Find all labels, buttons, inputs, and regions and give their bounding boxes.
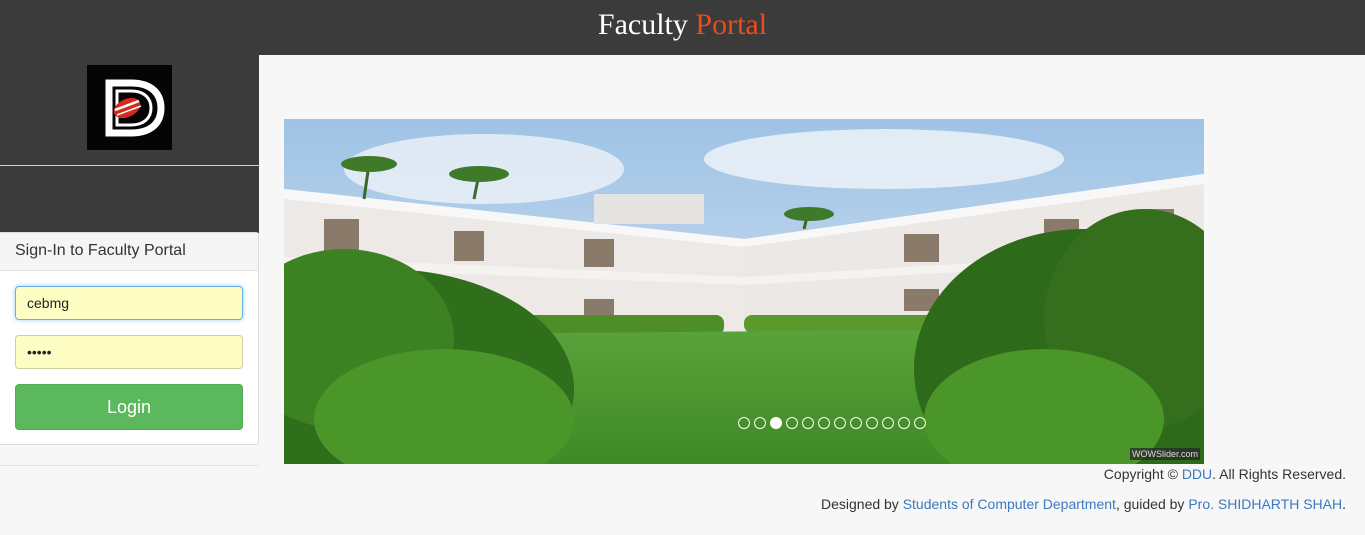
slider-dot[interactable] — [738, 417, 750, 429]
slider-dot[interactable] — [786, 417, 798, 429]
copyright-prefix: Copyright © — [1103, 466, 1178, 482]
username-input[interactable] — [15, 286, 243, 320]
slider-dot[interactable] — [818, 417, 830, 429]
slider-dot[interactable] — [850, 417, 862, 429]
college-logo — [87, 65, 172, 150]
copyright-line: Copyright © DDU. All Rights Reserved. — [1104, 466, 1346, 482]
slider-dot[interactable] — [882, 417, 894, 429]
slider-dots — [738, 417, 926, 429]
guide-link[interactable]: Pro. SHIDHARTH SHAH — [1188, 496, 1342, 512]
slider-dot[interactable] — [754, 417, 766, 429]
sidebar-bottom-divider — [0, 465, 259, 466]
designed-prefix: Designed by — [820, 496, 899, 512]
slider-dot[interactable] — [802, 417, 814, 429]
password-input[interactable] — [15, 335, 243, 369]
campus-image-slider[interactable]: WOWSlider.com — [284, 119, 1204, 464]
login-heading: Sign-In to Faculty Portal — [0, 233, 258, 271]
designed-by-line: Designed by Students of Computer Departm… — [821, 496, 1346, 512]
page-title: Faculty Portal — [0, 0, 1365, 50]
sidebar — [0, 55, 259, 233]
title-accent: Portal — [695, 8, 768, 41]
ddu-link[interactable]: DDU — [1182, 466, 1212, 482]
title-main: Faculty — [597, 8, 688, 41]
login-button[interactable]: Login — [15, 384, 243, 430]
students-link[interactable]: Students of Computer Department — [903, 496, 1116, 512]
guided-text: , guided by — [1115, 496, 1185, 512]
copyright-suffix: . All Rights Reserved. — [1212, 466, 1346, 482]
slider-dot[interactable] — [866, 417, 878, 429]
top-header: Faculty Portal — [0, 0, 1365, 55]
slider-watermark: WOWSlider.com — [1129, 448, 1200, 460]
login-panel: Sign-In to Faculty Portal Login — [0, 232, 259, 445]
slider-dot[interactable] — [834, 417, 846, 429]
slider-dot[interactable] — [898, 417, 910, 429]
campus-photo — [284, 119, 1204, 464]
slider-dot[interactable] — [770, 417, 782, 429]
slider-dot[interactable] — [914, 417, 926, 429]
designed-end: . — [1342, 496, 1346, 512]
sidebar-divider — [0, 165, 259, 166]
